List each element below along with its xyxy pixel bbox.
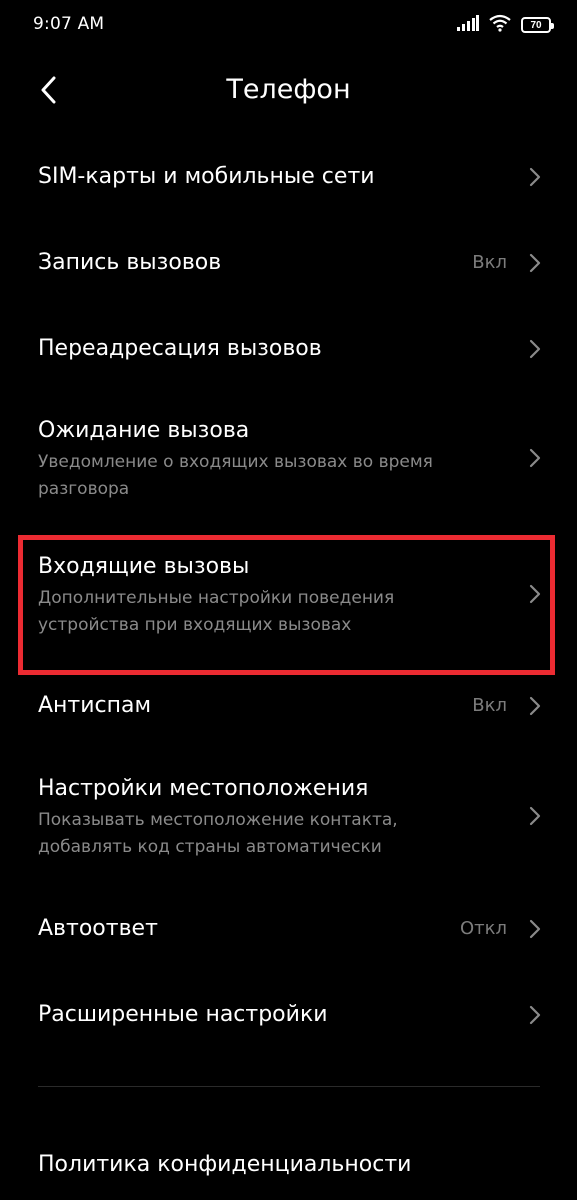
item-title: Входящие вызовы xyxy=(38,554,250,579)
chevron-right-icon xyxy=(527,338,543,360)
chevron-right-icon xyxy=(527,447,543,469)
header: Телефон xyxy=(0,62,577,122)
status-bar: 9:07 AM 70 xyxy=(0,0,577,52)
status-time: 9:07 AM xyxy=(33,14,105,34)
settings-item-antispam[interactable]: Антиспам Вкл xyxy=(0,672,577,742)
item-subtitle: Дополнительные настройки поведения устро… xyxy=(38,588,395,635)
wifi-icon xyxy=(489,14,511,36)
item-title: Ожидание вызова xyxy=(38,418,250,443)
settings-item-incoming-calls[interactable]: Входящие вызовы Дополнительные настройки… xyxy=(0,540,577,670)
battery-level: 70 xyxy=(530,19,542,31)
chevron-right-icon xyxy=(527,166,543,188)
item-title: Антиспам xyxy=(38,693,152,718)
settings-item-sim-cards[interactable]: SIM-карты и мобильные сети xyxy=(0,140,577,214)
chevron-right-icon xyxy=(527,583,543,605)
signal-icon xyxy=(457,15,479,35)
item-value: Вкл xyxy=(472,695,507,716)
settings-item-privacy-policy[interactable]: Политика конфиденциальности xyxy=(0,1128,577,1200)
item-title: Расширенные настройки xyxy=(38,1002,328,1027)
settings-item-call-recording[interactable]: Запись вызовов Вкл xyxy=(0,226,577,300)
chevron-right-icon xyxy=(527,918,543,940)
page-title: Телефон xyxy=(226,74,351,105)
item-title: Переадресация вызовов xyxy=(38,336,322,361)
settings-item-advanced[interactable]: Расширенные настройки xyxy=(0,978,577,1052)
settings-item-call-forwarding[interactable]: Переадресация вызовов xyxy=(0,312,577,386)
settings-item-call-waiting[interactable]: Ожидание вызова Уведомление о входящих в… xyxy=(0,404,577,514)
battery-icon: 70 xyxy=(521,17,554,33)
item-subtitle: Показывать местоположение контакта, доба… xyxy=(38,810,398,857)
chevron-right-icon xyxy=(527,695,543,717)
item-title: SIM-карты и мобильные сети xyxy=(38,164,375,189)
settings-item-auto-answer[interactable]: Автоответ Откл xyxy=(0,892,577,966)
chevron-right-icon xyxy=(527,1004,543,1026)
chevron-right-icon xyxy=(527,805,543,827)
item-subtitle: Уведомление о входящих вызовах во время … xyxy=(38,452,433,499)
item-value: Откл xyxy=(459,918,507,939)
divider xyxy=(38,1086,540,1087)
chevron-right-icon xyxy=(527,252,543,274)
item-title: Автоответ xyxy=(38,916,158,941)
item-title: Политика конфиденциальности xyxy=(38,1152,412,1177)
item-value: Вкл xyxy=(472,252,507,273)
item-title: Запись вызовов xyxy=(38,250,222,275)
status-icons: 70 xyxy=(457,14,555,36)
item-title: Настройки местоположения xyxy=(38,776,369,801)
settings-item-location[interactable]: Настройки местоположения Показывать мест… xyxy=(0,762,577,872)
